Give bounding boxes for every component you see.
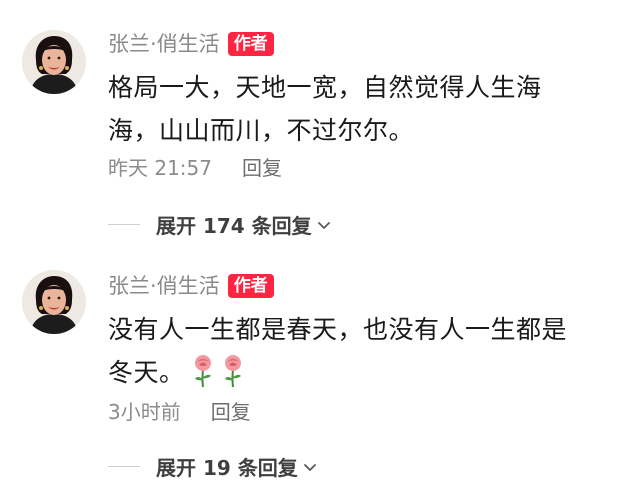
rose-emoji <box>221 353 245 389</box>
chevron-down-icon <box>316 217 332 233</box>
author-name[interactable]: 张兰·俏生活 <box>108 30 220 58</box>
comment-time: 3小时前 <box>108 400 181 424</box>
comment-text: 没有人一生都是春天，也没有人一生都是 冬天。 <box>108 308 608 394</box>
divider-line <box>108 466 140 467</box>
reply-button[interactable]: 回复 <box>242 152 282 181</box>
author-row: 张兰·俏生活 作者 <box>108 272 274 300</box>
author-row: 张兰·俏生活 作者 <box>108 30 274 58</box>
reply-button[interactable]: 回复 <box>211 396 251 425</box>
comment-text-line-with-emoji: 冬天。 <box>108 351 608 394</box>
expand-replies-button[interactable]: 展开 174 条回复 <box>108 210 332 239</box>
comment-meta: 3小时前 回复 <box>108 396 251 425</box>
comment-text-line: 冬天。 <box>108 358 185 387</box>
comment-meta: 昨天 21:57 回复 <box>108 152 282 181</box>
comment-item: 张兰·俏生活 作者 没有人一生都是春天，也没有人一生都是 冬天。 3小时前 回复… <box>0 250 640 482</box>
comment-time: 昨天 21:57 <box>108 156 212 180</box>
expand-replies-label: 展开 19 条回复 <box>156 456 298 480</box>
comment-text: 格局一大，天地一宽，自然觉得人生海 海，山山而川，不过尔尔。 <box>108 66 608 152</box>
chevron-down-icon <box>302 459 318 475</box>
comment-text-line: 海，山山而川，不过尔尔。 <box>108 116 415 145</box>
author-badge: 作者 <box>227 274 274 298</box>
expand-replies-button[interactable]: 展开 19 条回复 <box>108 452 318 481</box>
author-name[interactable]: 张兰·俏生活 <box>108 272 220 300</box>
expand-replies-label: 展开 174 条回复 <box>156 214 312 238</box>
author-badge: 作者 <box>227 32 274 56</box>
rose-emoji <box>191 353 215 389</box>
comment-text-line: 格局一大，天地一宽，自然觉得人生海 <box>108 73 542 102</box>
avatar[interactable] <box>22 270 86 334</box>
divider-line <box>108 224 140 225</box>
comment-text-line: 没有人一生都是春天，也没有人一生都是 <box>108 315 568 344</box>
comment-item: 张兰·俏生活 作者 格局一大，天地一宽，自然觉得人生海 海，山山而川，不过尔尔。… <box>0 0 640 250</box>
avatar[interactable] <box>22 30 86 94</box>
